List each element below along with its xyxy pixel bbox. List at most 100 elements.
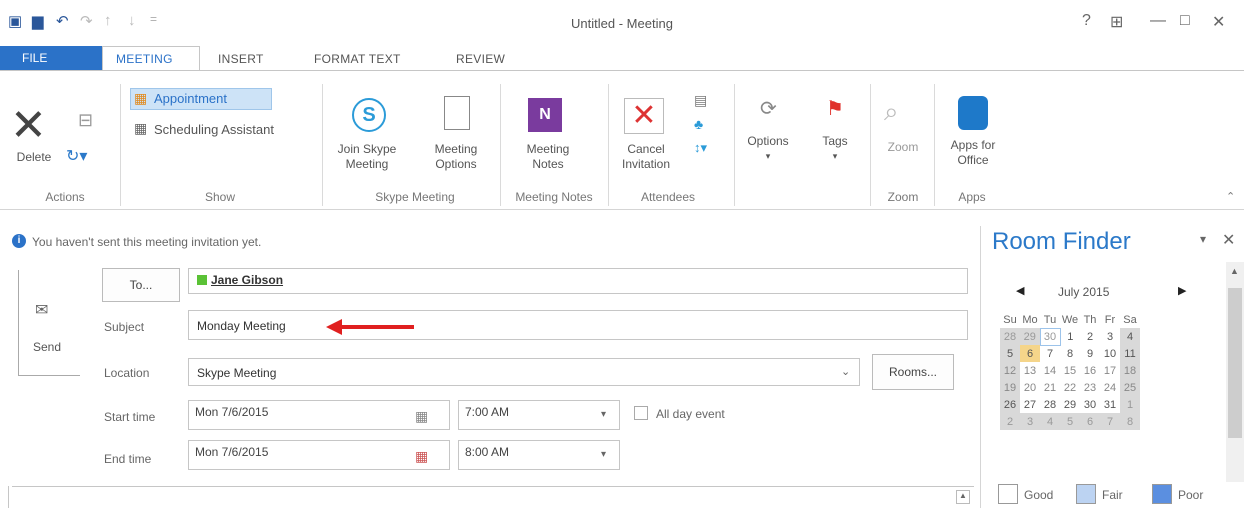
info-icon: i xyxy=(12,234,26,248)
options-button[interactable]: Options ▾ xyxy=(740,134,796,164)
dropdown-icon[interactable]: ▾ xyxy=(601,409,606,420)
response-options-icon[interactable]: ↕▾ xyxy=(694,140,707,156)
delete-icon: ✕ xyxy=(10,101,47,150)
forward-icon[interactable]: ↻▾ xyxy=(66,146,87,166)
end-time-field[interactable]: 8:00 AM ▾ xyxy=(458,440,620,470)
window-title: Untitled - Meeting xyxy=(571,16,673,31)
calendar-day[interactable]: 11 xyxy=(1120,345,1140,362)
dropdown-icon[interactable]: ▾ xyxy=(601,449,606,460)
calendar-day[interactable]: 29 xyxy=(1020,328,1040,345)
tags-button[interactable]: Tags ▾ xyxy=(810,134,860,164)
to-button[interactable]: To... xyxy=(102,268,180,302)
to-field[interactable]: Jane Gibson xyxy=(188,268,968,294)
calendar-day[interactable]: 21 xyxy=(1040,379,1060,396)
calendar-day[interactable]: 7 xyxy=(1040,345,1060,362)
tab-insert[interactable]: INSERT xyxy=(218,52,264,66)
calendar-day[interactable]: 25 xyxy=(1120,379,1140,396)
calendar-icon[interactable]: ▦ xyxy=(415,448,428,465)
zoom-button[interactable]: Zoom xyxy=(876,140,930,155)
calendar-day[interactable]: 3 xyxy=(1100,328,1120,345)
start-time-label: Start time xyxy=(104,410,156,424)
calendar-day[interactable]: 30 xyxy=(1080,396,1100,413)
calendar-day[interactable]: 1 xyxy=(1120,396,1140,413)
calendar-day[interactable]: 23 xyxy=(1080,379,1100,396)
calendar-day[interactable]: 4 xyxy=(1040,413,1060,430)
location-dropdown-icon[interactable]: ⌄ xyxy=(841,365,850,378)
calendar-day[interactable]: 24 xyxy=(1100,379,1120,396)
minimize-icon[interactable]: — xyxy=(1150,12,1166,30)
tab-file[interactable]: FILE xyxy=(0,46,102,70)
calendar-day[interactable]: 6 xyxy=(1080,413,1100,430)
calendar-day[interactable]: 2 xyxy=(1000,413,1020,430)
mini-calendar[interactable]: Su Mo Tu We Th Fr Sa 28 29 30 1 2 3 4 5 6 7 8 9 10 11 12 13 14… xyxy=(1000,312,1141,430)
calendar-day[interactable]: 1 xyxy=(1060,328,1080,345)
tab-meeting-label[interactable]: MEETING xyxy=(116,52,173,66)
calendar-day[interactable]: 15 xyxy=(1060,362,1080,379)
calendar-icon[interactable]: ▦ xyxy=(415,408,428,425)
calendar-day[interactable]: 10 xyxy=(1100,345,1120,362)
calendar-day[interactable]: 28 xyxy=(1000,328,1020,345)
calendar-day[interactable]: 5 xyxy=(1060,413,1080,430)
ignore-icon[interactable]: ⊟ xyxy=(78,110,93,131)
attendee-name[interactable]: Jane Gibson xyxy=(211,273,283,287)
collapse-ribbon-icon[interactable]: ⌃ xyxy=(1226,190,1235,203)
location-field[interactable]: Skype Meeting ⌄ xyxy=(188,358,860,386)
calendar-day[interactable]: 8 xyxy=(1120,413,1140,430)
calendar-day[interactable]: 19 xyxy=(1000,379,1020,396)
meeting-options-button[interactable]: Meeting Options xyxy=(420,142,492,172)
calendar-day[interactable]: 22 xyxy=(1060,379,1080,396)
scroll-up-icon[interactable]: ▲ xyxy=(956,490,970,504)
room-finder-close-icon[interactable]: ✕ xyxy=(1222,230,1235,250)
calendar-day[interactable]: 5 xyxy=(1000,345,1020,362)
apps-for-office-button[interactable]: Apps for Office xyxy=(940,138,1006,168)
tab-review[interactable]: REVIEW xyxy=(456,52,505,66)
calendar-day[interactable]: 7 xyxy=(1100,413,1120,430)
prev-month-icon[interactable]: ◀ xyxy=(1016,284,1024,297)
calendar-day[interactable]: 17 xyxy=(1100,362,1120,379)
start-date-field[interactable]: Mon 7/6/2015 ▦ xyxy=(188,400,450,430)
help-icon[interactable]: ? xyxy=(1082,12,1091,30)
calendar-day[interactable]: 31 xyxy=(1100,396,1120,413)
legend-fair-label: Fair xyxy=(1102,488,1123,502)
calendar-day[interactable]: 27 xyxy=(1020,396,1040,413)
calendar-day[interactable]: 8 xyxy=(1060,345,1080,362)
end-date-field[interactable]: Mon 7/6/2015 ▦ xyxy=(188,440,450,470)
send-button[interactable]: ✉ Send xyxy=(18,270,80,376)
calendar-day[interactable]: 28 xyxy=(1040,396,1060,413)
calendar-day[interactable]: 13 xyxy=(1020,362,1040,379)
all-day-checkbox[interactable] xyxy=(634,406,648,420)
ribbon-display-icon[interactable]: ⊞ xyxy=(1110,12,1123,32)
calendar-day[interactable]: 9 xyxy=(1080,345,1100,362)
close-icon[interactable]: ✕ xyxy=(1212,12,1225,32)
join-skype-meeting-button[interactable]: Join Skype Meeting xyxy=(326,142,408,172)
calendar-day[interactable]: 20 xyxy=(1020,379,1040,396)
scroll-up-icon[interactable]: ▲ xyxy=(1230,266,1239,276)
room-finder-scrollbar[interactable]: ▲ xyxy=(1226,262,1244,482)
address-book-icon[interactable]: ▤ xyxy=(694,92,707,109)
calendar-day[interactable]: 3 xyxy=(1020,413,1040,430)
maximize-icon[interactable]: □ xyxy=(1180,12,1190,30)
subject-field[interactable]: Monday Meeting xyxy=(188,310,968,340)
calendar-day[interactable]: 29 xyxy=(1060,396,1080,413)
calendar-day[interactable]: 12 xyxy=(1000,362,1020,379)
calendar-day[interactable]: 14 xyxy=(1040,362,1060,379)
calendar-day[interactable]: 16 xyxy=(1080,362,1100,379)
calendar-day[interactable]: 2 xyxy=(1080,328,1100,345)
calendar-day[interactable]: 6 xyxy=(1020,345,1040,362)
check-names-icon[interactable]: ♣ xyxy=(694,116,703,132)
cancel-invitation-button[interactable]: Cancel Invitation xyxy=(608,142,684,172)
calendar-day[interactable]: 18 xyxy=(1120,362,1140,379)
calendar-day[interactable]: 4 xyxy=(1120,328,1140,345)
next-month-icon[interactable]: ▶ xyxy=(1178,284,1186,297)
calendar-day[interactable]: 30 xyxy=(1039,327,1061,346)
scheduling-assistant-button[interactable]: Scheduling Assistant xyxy=(154,122,274,137)
calendar-day[interactable]: 26 xyxy=(1000,396,1020,413)
rooms-button[interactable]: Rooms... xyxy=(872,354,954,390)
scrollbar-thumb[interactable] xyxy=(1228,288,1242,438)
room-finder-menu-icon[interactable]: ▾ xyxy=(1200,232,1206,246)
apps-line2: Office xyxy=(957,153,989,167)
meeting-notes-button[interactable]: Meeting Notes xyxy=(510,142,586,172)
tab-format-text[interactable]: FORMAT TEXT xyxy=(314,52,401,66)
start-time-field[interactable]: 7:00 AM ▾ xyxy=(458,400,620,430)
delete-button[interactable]: Delete xyxy=(4,150,64,165)
